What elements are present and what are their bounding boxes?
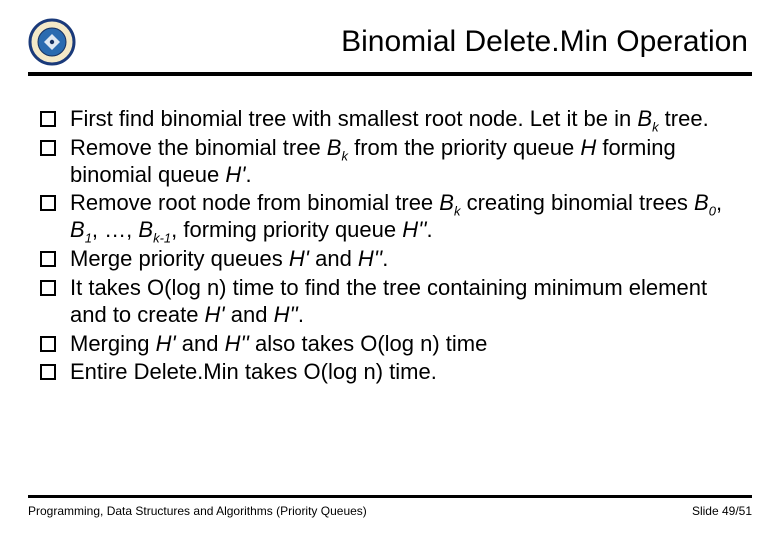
square-bullet-icon [40,251,56,267]
bullet-item: Remove the binomial tree Bk from the pri… [40,135,746,189]
footer-right: Slide 49/51 [692,504,752,518]
bullet-text: Entire Delete.Min takes O(log n) time. [70,359,437,386]
logo-icon [28,18,76,66]
square-bullet-icon [40,140,56,156]
bullet-text: Merge priority queues H' and H''. [70,246,388,273]
bullet-item: It takes O(log n) time to find the tree … [40,275,746,329]
bullet-text: It takes O(log n) time to find the tree … [70,275,746,329]
bullet-item: Entire Delete.Min takes O(log n) time. [40,359,746,386]
footer-left: Programming, Data Structures and Algorit… [28,504,367,518]
bullet-text: Remove the binomial tree Bk from the pri… [70,135,746,189]
bullet-item: Merging H' and H'' also takes O(log n) t… [40,331,746,358]
slide-title: Binomial Delete.Min Operation [76,25,752,59]
slide-footer: Programming, Data Structures and Algorit… [28,495,752,518]
square-bullet-icon [40,364,56,380]
square-bullet-icon [40,111,56,127]
bullet-text: Merging H' and H'' also takes O(log n) t… [70,331,487,358]
square-bullet-icon [40,336,56,352]
bullet-item: Merge priority queues H' and H''. [40,246,746,273]
square-bullet-icon [40,195,56,211]
square-bullet-icon [40,280,56,296]
bullet-item: Remove root node from binomial tree Bk c… [40,190,746,244]
slide-header: Binomial Delete.Min Operation [28,18,752,76]
slide: Binomial Delete.Min Operation First find… [0,0,780,540]
bullet-text: First find binomial tree with smallest r… [70,106,709,133]
bullet-item: First find binomial tree with smallest r… [40,106,746,133]
bullet-text: Remove root node from binomial tree Bk c… [70,190,746,244]
slide-body: First find binomial tree with smallest r… [28,76,752,386]
